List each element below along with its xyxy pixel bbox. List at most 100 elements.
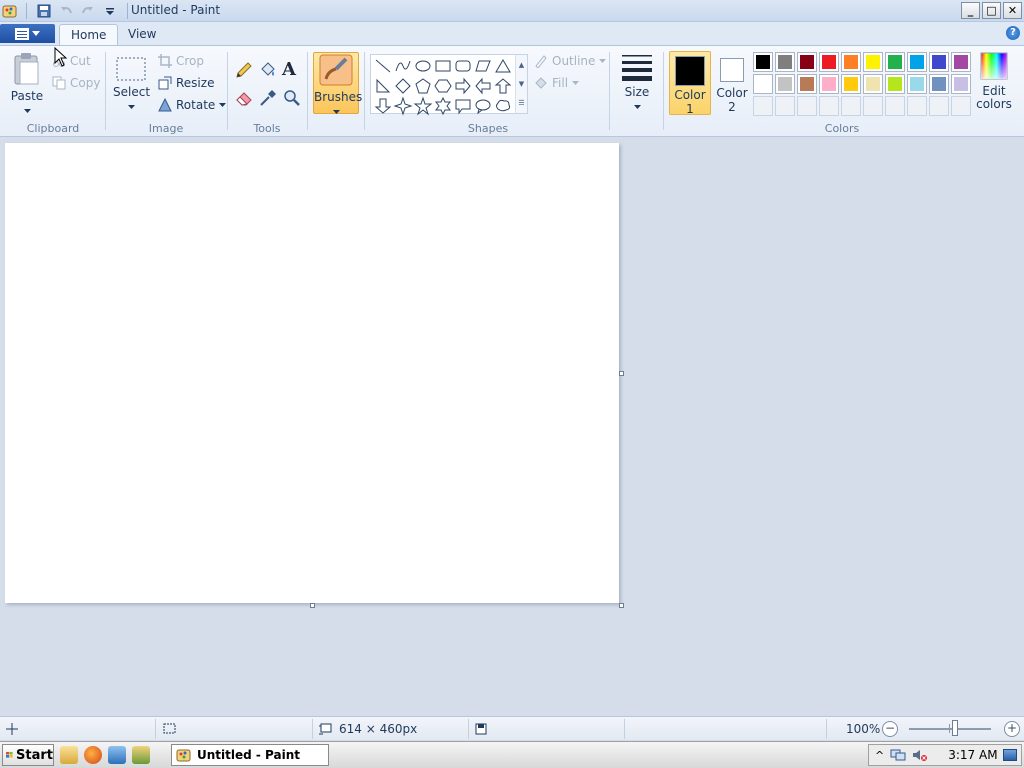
palette-color-swatch[interactable] (775, 74, 795, 94)
taskbar-item-paint[interactable]: Untitled - Paint (171, 744, 329, 766)
close-button[interactable]: ✕ (1003, 2, 1022, 19)
palette-custom-color-slot[interactable] (753, 96, 773, 116)
crop-button[interactable]: Crop (158, 54, 204, 68)
monitor-icon[interactable] (108, 746, 126, 764)
shapes-scroll-down-icon[interactable]: ▼ (519, 80, 524, 88)
pencil-icon[interactable] (234, 60, 254, 83)
show-desktop-icon[interactable] (1003, 749, 1017, 761)
zoom-out-button[interactable]: − (882, 721, 898, 737)
color1-button[interactable]: Color 1 (669, 51, 711, 116)
tray-expand-icon[interactable]: ^ (875, 749, 884, 762)
fill-button[interactable]: Fill (534, 76, 580, 90)
up-arrow-shape-icon[interactable] (493, 76, 513, 96)
palette-color-swatch[interactable] (863, 52, 883, 72)
paint-shortcut-icon[interactable] (132, 746, 150, 764)
six-point-star-shape-icon[interactable] (433, 96, 453, 116)
palette-color-swatch[interactable] (797, 74, 817, 94)
paint-app-icon[interactable] (2, 3, 18, 19)
resize-handle-corner[interactable] (619, 603, 624, 608)
four-point-star-shape-icon[interactable] (393, 96, 413, 116)
color2-button[interactable]: Color 2 (711, 51, 753, 115)
palette-color-swatch[interactable] (951, 74, 971, 94)
size-button[interactable]: Size (618, 52, 656, 113)
resize-handle-right[interactable] (619, 371, 624, 376)
palette-color-swatch[interactable] (753, 52, 773, 72)
folder-icon[interactable] (60, 746, 78, 764)
cloud-callout-shape-icon[interactable] (493, 96, 513, 116)
resize-button[interactable]: Resize (158, 76, 214, 90)
paste-button[interactable]: Paste (8, 52, 46, 117)
palette-color-swatch[interactable] (863, 74, 883, 94)
customize-toolbar-chevron-icon[interactable] (101, 2, 119, 20)
palette-color-swatch[interactable] (929, 74, 949, 94)
palette-color-swatch[interactable] (797, 52, 817, 72)
palette-color-swatch[interactable] (907, 74, 927, 94)
clock[interactable]: 3:17 AM (948, 748, 997, 762)
fill-bucket-icon[interactable] (258, 60, 278, 83)
minimize-button[interactable]: _ (961, 2, 980, 19)
palette-custom-color-slot[interactable] (775, 96, 795, 116)
start-button[interactable]: Start (2, 744, 54, 766)
palette-custom-color-slot[interactable] (797, 96, 817, 116)
paint-menu-button[interactable] (0, 24, 55, 43)
firefox-icon[interactable] (84, 746, 102, 764)
five-point-star-shape-icon[interactable] (413, 96, 433, 116)
drawing-canvas[interactable] (5, 143, 619, 603)
palette-color-swatch[interactable] (841, 74, 861, 94)
color-picker-icon[interactable] (258, 88, 278, 111)
text-tool-icon[interactable]: A (282, 59, 296, 80)
curve-shape-icon[interactable] (393, 56, 413, 76)
undo-icon[interactable] (57, 2, 75, 20)
maximize-button[interactable]: □ (982, 2, 1001, 19)
palette-color-swatch[interactable] (841, 52, 861, 72)
palette-custom-color-slot[interactable] (841, 96, 861, 116)
save-icon[interactable] (35, 2, 53, 20)
resize-handle-bottom[interactable] (310, 603, 315, 608)
tab-home[interactable]: Home (59, 24, 119, 46)
left-arrow-shape-icon[interactable] (473, 76, 493, 96)
rotate-button[interactable]: Rotate (158, 98, 227, 112)
copy-button[interactable]: Copy (52, 76, 100, 90)
palette-color-swatch[interactable] (907, 52, 927, 72)
palette-color-swatch[interactable] (929, 52, 949, 72)
palette-custom-color-slot[interactable] (951, 96, 971, 116)
hexagon-shape-icon[interactable] (433, 76, 453, 96)
diamond-shape-icon[interactable] (393, 76, 413, 96)
palette-custom-color-slot[interactable] (863, 96, 883, 116)
network-icon[interactable] (890, 748, 906, 762)
volume-muted-icon[interactable] (912, 748, 928, 762)
rectangle-shape-icon[interactable] (433, 56, 453, 76)
palette-custom-color-slot[interactable] (885, 96, 905, 116)
polygon-shape-icon[interactable] (473, 56, 493, 76)
zoom-slider-thumb[interactable] (952, 720, 958, 736)
palette-custom-color-slot[interactable] (929, 96, 949, 116)
palette-color-swatch[interactable] (753, 74, 773, 94)
zoom-slider[interactable] (909, 720, 991, 736)
tab-view[interactable]: View (117, 24, 167, 46)
palette-color-swatch[interactable] (885, 52, 905, 72)
down-arrow-shape-icon[interactable] (373, 96, 393, 116)
pentagon-shape-icon[interactable] (413, 76, 433, 96)
help-icon[interactable]: ? (1006, 26, 1020, 40)
outline-button[interactable]: Outline (534, 54, 607, 68)
palette-custom-color-slot[interactable] (819, 96, 839, 116)
palette-color-swatch[interactable] (885, 74, 905, 94)
edit-colors-button[interactable]: Edit colors (976, 52, 1012, 111)
oval-callout-shape-icon[interactable] (473, 96, 493, 116)
brushes-button[interactable]: Brushes (313, 52, 362, 114)
shapes-expand-icon[interactable]: ☰ (518, 99, 524, 107)
palette-color-swatch[interactable] (819, 74, 839, 94)
palette-color-swatch[interactable] (951, 52, 971, 72)
redo-icon[interactable] (79, 2, 97, 20)
select-button[interactable]: Select (113, 56, 150, 113)
rounded-callout-shape-icon[interactable] (453, 96, 473, 116)
right-arrow-shape-icon[interactable] (453, 76, 473, 96)
rounded-rectangle-shape-icon[interactable] (453, 56, 473, 76)
magnifier-icon[interactable] (282, 88, 302, 111)
line-shape-icon[interactable] (373, 56, 393, 76)
eraser-icon[interactable] (234, 88, 254, 111)
palette-color-swatch[interactable] (819, 52, 839, 72)
shapes-scroll-up-icon[interactable]: ▲ (519, 61, 524, 69)
zoom-in-button[interactable]: + (1004, 721, 1020, 737)
palette-custom-color-slot[interactable] (907, 96, 927, 116)
